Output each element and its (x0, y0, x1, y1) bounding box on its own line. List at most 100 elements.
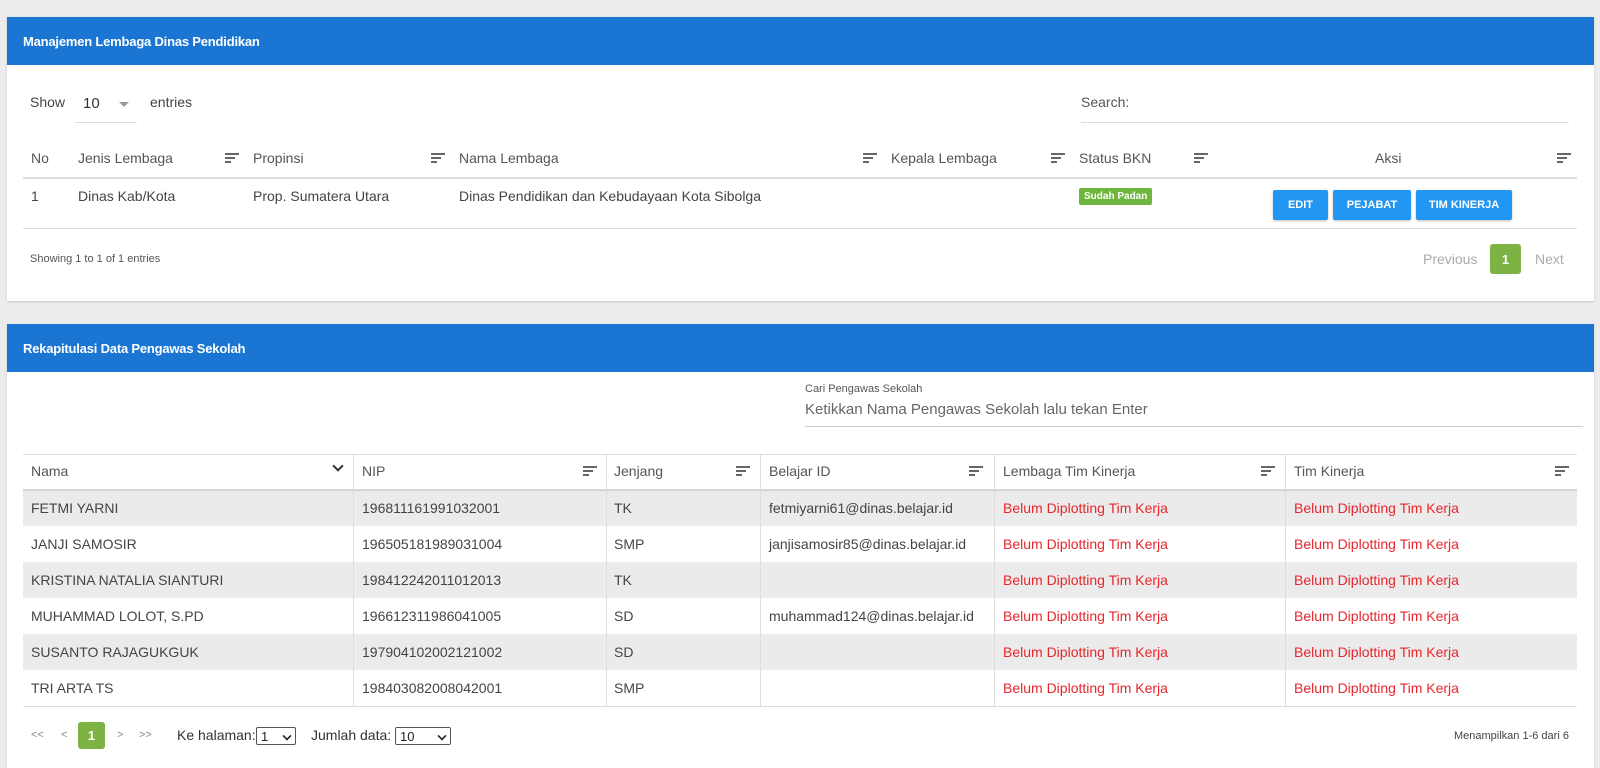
tim-kinerja-button[interactable]: TIM KINERJA (1416, 190, 1512, 220)
pager-summary: Menampilkan 1-6 dari 6 (1454, 730, 1569, 742)
col-kepala-lembaga[interactable]: Kepala Lembaga (891, 150, 997, 166)
cell-nip: 198412242011012013 (362, 572, 502, 588)
sort-icon[interactable] (863, 153, 877, 163)
cell-jenjang: SD (614, 608, 634, 624)
page-1-button[interactable]: 1 (78, 722, 105, 749)
cell-lembaga-tim-kinerja: Belum Diplotting Tim Kerja (1003, 680, 1168, 696)
cell-nama-lembaga: Dinas Pendidikan dan Kebudayaan Kota Sib… (459, 188, 762, 204)
caret-down-icon (119, 102, 129, 107)
page-1-button[interactable]: 1 (1490, 244, 1521, 274)
previous-link[interactable]: Previous (1423, 251, 1477, 267)
sort-icon[interactable] (1194, 153, 1208, 163)
prev-page-button[interactable]: < (61, 729, 67, 741)
table-bottom-divider (23, 228, 1577, 229)
pejabat-button[interactable]: PEJABAT (1333, 190, 1411, 220)
col-nip[interactable]: NIP (362, 463, 385, 479)
cell-nama: KRISTINA NATALIA SIANTURI (31, 572, 224, 588)
page-size-select[interactable]: 10 (395, 727, 451, 745)
cell-nip: 197904102002121002 (362, 644, 503, 660)
search-label: Search: (1081, 94, 1130, 110)
search-pengawas-field[interactable]: Cari Pengawas Sekolah Ketikkan Nama Peng… (805, 383, 1583, 427)
cell-nama: TRI ARTA TS (31, 680, 114, 696)
cell-jenis-lembaga: Dinas Kab/Kota (78, 188, 176, 204)
edit-button[interactable]: EDIT (1273, 190, 1328, 220)
col-lembaga-tim-kinerja[interactable]: Lembaga Tim Kinerja (1003, 463, 1135, 479)
page-select-value: 1 (261, 728, 269, 744)
next-link[interactable]: Next (1535, 251, 1564, 267)
sort-icon[interactable] (1555, 466, 1569, 476)
cell-tim-kinerja: Belum Diplotting Tim Kerja (1294, 644, 1459, 660)
table-row[interactable]: SUSANTO RAJAGUKGUK 197904102002121002 SD… (23, 634, 1577, 670)
table-info: Showing 1 to 1 of 1 entries (30, 253, 161, 265)
sort-icon[interactable] (1261, 466, 1275, 476)
entries-select[interactable]: 10 (75, 87, 137, 123)
sort-icon[interactable] (1557, 153, 1571, 163)
sort-icon[interactable] (583, 466, 597, 476)
col-nama-lembaga[interactable]: Nama Lembaga (459, 150, 559, 166)
col-belajar-id[interactable]: Belajar ID (769, 463, 830, 479)
entries-label: entries (150, 94, 193, 110)
sort-icon[interactable] (736, 466, 750, 476)
cell-lembaga-tim-kinerja: Belum Diplotting Tim Kerja (1003, 572, 1168, 588)
sort-icon[interactable] (225, 153, 239, 163)
cell-nama: MUHAMMAD LOLOT, S.PD (31, 608, 204, 624)
lembaga-panel: Manajemen Lembaga Dinas Pendidikan Show … (7, 17, 1594, 301)
table-row[interactable]: MUHAMMAD LOLOT, S.PD 196612311986041005 … (23, 598, 1577, 634)
table-row[interactable]: KRISTINA NATALIA SIANTURI 19841224201101… (23, 562, 1577, 598)
col-tim-kinerja[interactable]: Tim Kinerja (1294, 463, 1364, 479)
cell-tim-kinerja: Belum Diplotting Tim Kerja (1294, 572, 1459, 588)
cell-belajar-id: fetmiyarni61@dinas.belajar.id (769, 500, 953, 516)
cell-tim-kinerja: Belum Diplotting Tim Kerja (1294, 500, 1459, 516)
col-aksi[interactable]: Aksi (1375, 150, 1401, 166)
lembaga-panel-title: Manajemen Lembaga Dinas Pendidikan (7, 17, 1594, 65)
cell-lembaga-tim-kinerja: Belum Diplotting Tim Kerja (1003, 644, 1168, 660)
search-pengawas-placeholder: Ketikkan Nama Pengawas Sekolah lalu teka… (805, 401, 1148, 418)
table-bottom-border (23, 706, 1577, 707)
cell-lembaga-tim-kinerja: Belum Diplotting Tim Kerja (1003, 608, 1168, 624)
table-header-divider (23, 489, 1577, 491)
table-row[interactable]: JANJI SAMOSIR 196505181989031004 SMP jan… (23, 526, 1577, 562)
page-select[interactable]: 1 (256, 727, 296, 745)
page-size-value: 10 (400, 728, 415, 744)
sort-icon[interactable] (431, 153, 445, 163)
col-jenjang[interactable]: Jenjang (614, 463, 663, 479)
chevron-down-icon (437, 731, 447, 741)
cell-propinsi: Prop. Sumatera Utara (253, 188, 390, 204)
cell-nip: 196612311986041005 (362, 608, 502, 624)
next-page-button[interactable]: > (117, 729, 123, 741)
pengawas-panel-title: Rekapitulasi Data Pengawas Sekolah (7, 324, 1594, 372)
cell-nama: SUSANTO RAJAGUKGUK (31, 644, 199, 660)
table-row[interactable]: TRI ARTA TS 198403082008042001 SMP Belum… (23, 670, 1577, 706)
cell-jenjang: SMP (614, 680, 645, 696)
cell-tim-kinerja: Belum Diplotting Tim Kerja (1294, 536, 1459, 552)
col-status-bkn[interactable]: Status BKN (1079, 150, 1151, 166)
cell-lembaga-tim-kinerja: Belum Diplotting Tim Kerja (1003, 536, 1168, 552)
col-propinsi[interactable]: Propinsi (253, 150, 304, 166)
table-header-divider (23, 177, 1577, 179)
column-divider (353, 454, 354, 707)
search-pengawas-label: Cari Pengawas Sekolah (805, 383, 923, 395)
cell-tim-kinerja: Belum Diplotting Tim Kerja (1294, 680, 1459, 696)
column-divider (760, 454, 761, 707)
sort-icon[interactable] (969, 466, 983, 476)
sort-icon[interactable] (1051, 153, 1065, 163)
cell-no: 1 (31, 188, 39, 204)
table-top-border (23, 454, 1577, 455)
table-row[interactable]: FETMI YARNI 196811161991032001 TK fetmiy… (23, 490, 1577, 526)
col-nama[interactable]: Nama (31, 463, 68, 479)
col-no[interactable]: No (31, 150, 49, 166)
chevron-down-icon[interactable] (332, 460, 344, 472)
pengawas-panel: Rekapitulasi Data Pengawas Sekolah Cari … (7, 324, 1594, 768)
search-input[interactable]: Search: (1081, 87, 1569, 123)
cell-nip: 196505181989031004 (362, 536, 503, 552)
status-badge: Sudah Padan (1079, 188, 1153, 205)
cell-tim-kinerja: Belum Diplotting Tim Kerja (1294, 608, 1459, 624)
col-jenis-lembaga[interactable]: Jenis Lembaga (78, 150, 173, 166)
first-page-button[interactable]: << (31, 729, 44, 741)
last-page-button[interactable]: >> (139, 729, 152, 741)
cell-belajar-id: muhammad124@dinas.belajar.id (769, 608, 974, 624)
cell-jenjang: TK (614, 572, 632, 588)
page-label: Ke halaman: (177, 727, 256, 743)
entries-value: 10 (83, 95, 100, 112)
cell-belajar-id: janjisamosir85@dinas.belajar.id (769, 536, 967, 552)
